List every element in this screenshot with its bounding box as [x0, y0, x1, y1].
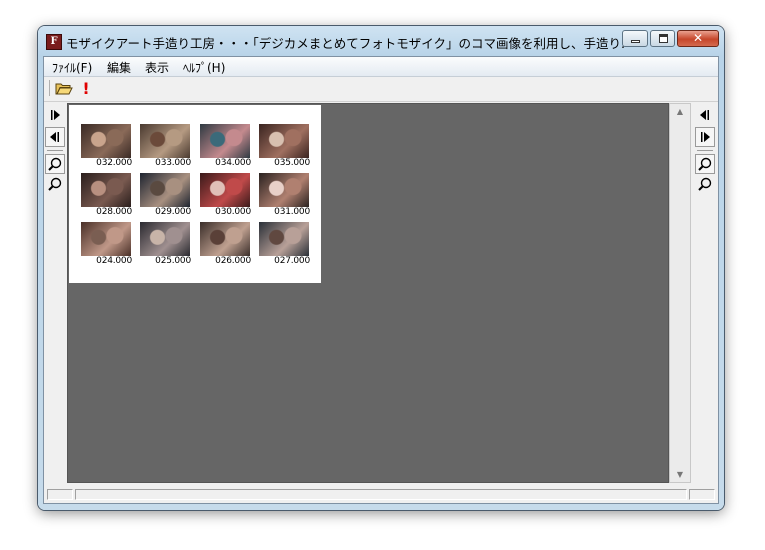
thumbnail-sheet: 032.000 033.000 034.000 035.000 028.000 029.0… [69, 105, 321, 283]
thumbnail-item[interactable]: 029.000 [133, 173, 191, 221]
toolbar-grip [49, 80, 50, 96]
title-bar[interactable]: F モザイクアート手造り工房・・・「デジカメまとめてフォトモザイク」のコマ画像を… [38, 26, 724, 54]
thumbnail-image [200, 124, 250, 158]
play-forward-icon [51, 110, 60, 120]
menu-view[interactable]: 表示 [145, 59, 169, 76]
thumbnail-item[interactable]: 031.000 [252, 173, 310, 221]
thumbnail-label: 032.000 [96, 158, 132, 168]
thumbnail-image [140, 173, 190, 207]
status-pane [689, 489, 715, 500]
next-frame-button[interactable] [45, 105, 65, 125]
scroll-up-arrow-icon[interactable]: ▲ [670, 107, 690, 116]
thumbnail-label: 025.000 [155, 256, 191, 266]
separator [47, 150, 63, 151]
toolbar: ! [44, 77, 718, 102]
open-button[interactable] [54, 79, 74, 98]
zoom-out-icon [48, 157, 62, 171]
minimize-button[interactable] [622, 30, 648, 47]
open-folder-icon [55, 83, 73, 95]
client-area: ﾌｧｲﾙ(F) 編集 表示 ﾍﾙﾌﾟ(H) ! 032.000 033.000 … [43, 56, 719, 504]
thumbnail-label: 024.000 [96, 256, 132, 266]
right-side-toolbar [695, 103, 717, 483]
thumbnail-label: 027.000 [274, 256, 310, 266]
vertical-scrollbar[interactable]: ▲ ▼ [669, 103, 691, 483]
thumbnail-item[interactable]: 035.000 [252, 124, 310, 172]
scroll-down-arrow-icon[interactable]: ▼ [670, 470, 690, 479]
minimize-icon [631, 40, 640, 43]
thumbnail-label: 035.000 [274, 158, 310, 168]
zoom-in-icon [698, 177, 712, 191]
close-button[interactable]: ✕ [677, 30, 719, 47]
thumbnail-item[interactable]: 024.000 [74, 222, 132, 270]
prev-frame-button[interactable] [45, 127, 65, 147]
thumbnail-label: 030.000 [215, 207, 251, 217]
thumbnail-label: 034.000 [215, 158, 251, 168]
next-frame-button-right[interactable] [695, 127, 715, 147]
thumbnail-item[interactable]: 030.000 [193, 173, 251, 221]
zoom-in-button[interactable] [45, 174, 65, 194]
maximize-button[interactable] [650, 30, 675, 47]
thumbnail-image [259, 124, 309, 158]
thumbnail-image [140, 124, 190, 158]
prev-frame-button-right[interactable] [695, 105, 715, 125]
thumbnail-item[interactable]: 034.000 [193, 124, 251, 172]
menu-bar: ﾌｧｲﾙ(F) 編集 表示 ﾍﾙﾌﾟ(H) [44, 57, 718, 77]
thumbnail-label: 026.000 [215, 256, 251, 266]
app-icon[interactable]: F [46, 34, 62, 50]
status-bar [44, 485, 718, 503]
zoom-out-button-right[interactable] [695, 154, 715, 174]
thumbnail-label: 028.000 [96, 207, 132, 217]
thumbnail-item[interactable]: 027.000 [252, 222, 310, 270]
thumbnail-image [200, 173, 250, 207]
app-window: F モザイクアート手造り工房・・・「デジカメまとめてフォトモザイク」のコマ画像を… [38, 26, 724, 510]
mosaic-canvas[interactable]: 032.000 033.000 034.000 035.000 028.000 029.0… [67, 103, 669, 483]
zoom-in-icon [48, 177, 62, 191]
exclamation-icon: ! [82, 79, 90, 98]
window-title: モザイクアート手造り工房・・・「デジカメまとめてフォトモザイク」のコマ画像を利用… [66, 36, 626, 51]
left-side-toolbar [45, 103, 67, 483]
thumbnail-image [81, 173, 131, 207]
thumbnail-item[interactable]: 026.000 [193, 222, 251, 270]
thumbnail-label: 033.000 [155, 158, 191, 168]
play-forward-icon [701, 132, 710, 142]
thumbnail-item[interactable]: 032.000 [74, 124, 132, 172]
thumbnail-item[interactable]: 033.000 [133, 124, 191, 172]
thumbnail-image [259, 173, 309, 207]
thumbnail-image [81, 124, 131, 158]
zoom-out-icon [698, 157, 712, 171]
zoom-in-button-right[interactable] [695, 174, 715, 194]
separator [697, 150, 713, 151]
run-button[interactable]: ! [76, 79, 96, 98]
menu-file[interactable]: ﾌｧｲﾙ(F) [52, 59, 92, 76]
status-pane [75, 489, 687, 500]
maximize-icon [659, 34, 668, 43]
thumbnail-image [200, 222, 250, 256]
thumbnail-label: 029.000 [155, 207, 191, 217]
thumbnail-item[interactable]: 025.000 [133, 222, 191, 270]
zoom-out-button[interactable] [45, 154, 65, 174]
thumbnail-image [81, 222, 131, 256]
play-back-icon [50, 132, 59, 142]
play-back-icon [700, 110, 709, 120]
menu-edit[interactable]: 編集 [107, 59, 131, 76]
thumbnail-image [259, 222, 309, 256]
thumbnail-item[interactable]: 028.000 [74, 173, 132, 221]
thumbnail-image [140, 222, 190, 256]
status-pane [47, 489, 73, 500]
close-icon: ✕ [692, 31, 704, 45]
menu-help[interactable]: ﾍﾙﾌﾟ(H) [183, 59, 225, 76]
thumbnail-label: 031.000 [274, 207, 310, 217]
